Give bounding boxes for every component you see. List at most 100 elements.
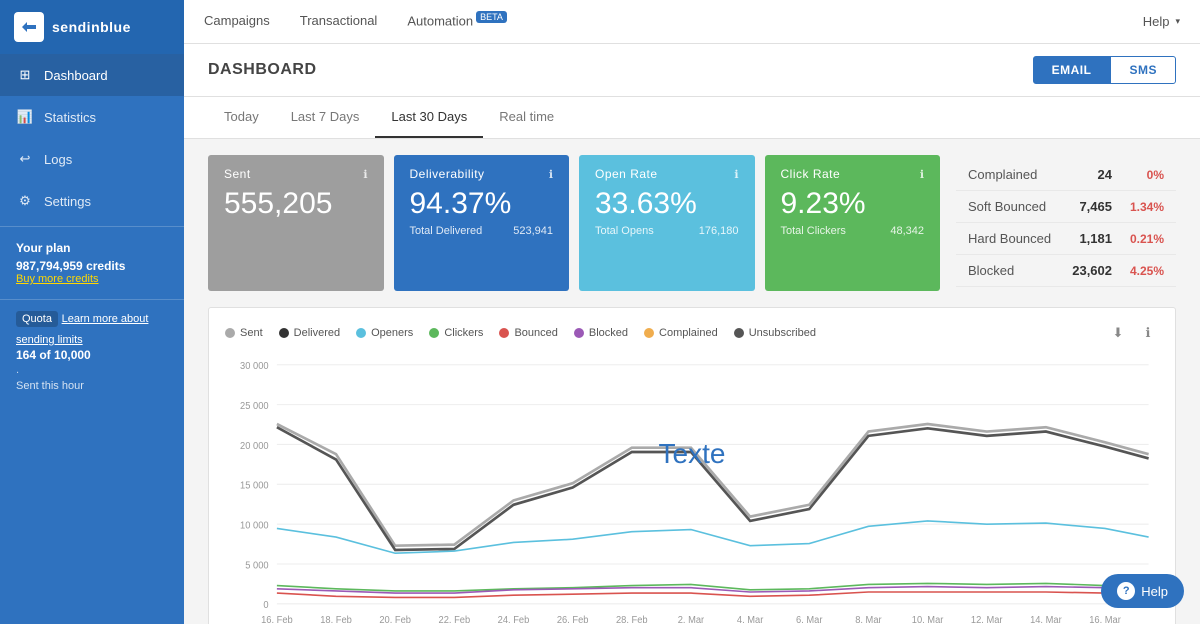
page-title: DASHBOARD — [208, 61, 317, 79]
svg-text:5 000: 5 000 — [245, 560, 268, 571]
svg-text:10 000: 10 000 — [240, 520, 269, 531]
svg-text:25 000: 25 000 — [240, 401, 269, 412]
chart-download-icon[interactable]: ⬇ — [1107, 322, 1129, 344]
legend-unsubscribed-label: Unsubscribed — [749, 327, 816, 339]
legend-delivered: Delivered — [279, 327, 340, 339]
stat-clickrate-sub-label: Total Clickers — [781, 225, 846, 237]
svg-text:15 000: 15 000 — [240, 480, 269, 491]
tab-email[interactable]: EMAIL — [1033, 56, 1111, 84]
stats-area: Sent ℹ 555,205 Deliverability ℹ 94.37% T… — [184, 139, 1200, 307]
stat-deliverability-sub: Total Delivered 523,941 — [410, 225, 554, 237]
stat-deliverability-title: Deliverability — [410, 167, 485, 181]
softbounced-label: Soft Bounced — [968, 199, 1067, 214]
tab-today[interactable]: Today — [208, 97, 275, 138]
right-stat-softbounced: Soft Bounced 7,465 1.34% — [956, 191, 1176, 223]
legend-blocked-dot — [574, 328, 584, 338]
chart-actions: ⬇ ℹ — [1107, 322, 1159, 344]
legend-openers-label: Openers — [371, 327, 413, 339]
svg-text:10. Mar: 10. Mar — [912, 615, 944, 624]
stat-clickrate-info-icon[interactable]: ℹ — [920, 168, 924, 181]
hardbounced-label: Hard Bounced — [968, 231, 1067, 246]
right-stat-hardbounced: Hard Bounced 1,181 0.21% — [956, 223, 1176, 255]
sidebar: sendinblue ⊞ Dashboard 📊 Statistics ↩ Lo… — [0, 0, 184, 624]
stat-openrate-sub: Total Opens 176,180 — [595, 225, 739, 237]
tab-last7days[interactable]: Last 7 Days — [275, 97, 376, 138]
main-chart: 30 000 25 000 20 000 15 000 10 000 5 000… — [225, 354, 1159, 624]
softbounced-value: 7,465 — [1067, 199, 1112, 214]
softbounced-pct: 1.34% — [1124, 200, 1164, 214]
help-bubble[interactable]: ? Help — [1101, 574, 1184, 608]
complained-label: Complained — [968, 167, 1067, 182]
legend-sent-dot — [225, 328, 235, 338]
help-dropdown[interactable]: Help ▾ — [1143, 14, 1180, 29]
stat-card-deliverability: Deliverability ℹ 94.37% Total Delivered … — [394, 155, 570, 291]
sidebar-item-settings-label: Settings — [44, 194, 91, 209]
sidebar-item-dashboard[interactable]: ⊞ Dashboard — [0, 54, 184, 96]
svg-text:16. Feb: 16. Feb — [261, 615, 293, 624]
stat-sent-title: Sent — [224, 167, 251, 181]
stat-deliverability-sub-value: 523,941 — [513, 225, 553, 237]
chart-info-icon[interactable]: ℹ — [1137, 322, 1159, 344]
buy-credits-link[interactable]: Buy more credits — [16, 273, 168, 285]
stat-sent-info-icon[interactable]: ℹ — [363, 168, 367, 181]
stat-deliverability-value: 94.37% — [410, 187, 554, 221]
stat-openrate-info-icon[interactable]: ℹ — [734, 168, 738, 181]
svg-text:2. Mar: 2. Mar — [678, 615, 704, 624]
statistics-icon: 📊 — [16, 108, 34, 126]
stat-card-openrate: Open Rate ℹ 33.63% Total Opens 176,180 — [579, 155, 755, 291]
sidebar-item-settings[interactable]: ⚙ Settings — [0, 180, 184, 222]
right-stats-panel: Complained 24 0% Soft Bounced 7,465 1.34… — [956, 155, 1176, 291]
settings-icon: ⚙ — [16, 192, 34, 210]
right-stat-complained: Complained 24 0% — [956, 159, 1176, 191]
help-chevron-icon: ▾ — [1175, 16, 1180, 27]
svg-text:0: 0 — [263, 600, 268, 611]
legend-delivered-label: Delivered — [294, 327, 340, 339]
chart-area: Sent Delivered Openers Clickers Bounced — [208, 307, 1176, 624]
topnav-campaigns[interactable]: Campaigns — [204, 0, 270, 44]
help-bubble-label: Help — [1141, 584, 1168, 599]
logs-icon: ↩ — [16, 150, 34, 168]
blocked-label: Blocked — [968, 263, 1067, 278]
stat-openrate-sub-label: Total Opens — [595, 225, 654, 237]
email-sms-tabs: EMAIL SMS — [1033, 56, 1176, 84]
stat-clickrate-sub: Total Clickers 48,342 — [781, 225, 925, 237]
svg-text:18. Feb: 18. Feb — [320, 615, 352, 624]
svg-text:30 000: 30 000 — [240, 361, 269, 372]
sidebar-item-statistics[interactable]: 📊 Statistics — [0, 96, 184, 138]
chart-legend: Sent Delivered Openers Clickers Bounced — [225, 322, 1159, 344]
stat-card-deliverability-header: Deliverability ℹ — [410, 167, 554, 181]
hardbounced-pct: 0.21% — [1124, 232, 1164, 246]
legend-openers-dot — [356, 328, 366, 338]
logo-icon — [14, 12, 44, 42]
sidebar-item-statistics-label: Statistics — [44, 110, 96, 125]
legend-clickers-dot — [429, 328, 439, 338]
svg-text:20. Feb: 20. Feb — [379, 615, 411, 624]
sidebar-item-logs-label: Logs — [44, 152, 72, 167]
stat-card-clickrate-header: Click Rate ℹ — [781, 167, 925, 181]
svg-text:8. Mar: 8. Mar — [855, 615, 881, 624]
tab-last30days[interactable]: Last 30 Days — [375, 97, 483, 138]
stat-clickrate-value: 9.23% — [781, 187, 925, 221]
stat-openrate-sub-value: 176,180 — [699, 225, 739, 237]
svg-text:12. Mar: 12. Mar — [971, 615, 1003, 624]
stat-deliverability-info-icon[interactable]: ℹ — [549, 168, 553, 181]
stat-deliverability-sub-label: Total Delivered — [410, 225, 483, 237]
sent-this-hour: Sent this hour — [16, 380, 168, 392]
stat-card-sent: Sent ℹ 555,205 — [208, 155, 384, 291]
svg-text:4. Mar: 4. Mar — [737, 615, 763, 624]
legend-bounced: Bounced — [499, 327, 557, 339]
legend-clickers: Clickers — [429, 327, 483, 339]
help-bubble-icon: ? — [1117, 582, 1135, 600]
tab-sms[interactable]: SMS — [1110, 56, 1176, 84]
svg-text:16. Mar: 16. Mar — [1089, 615, 1121, 624]
tab-realtime[interactable]: Real time — [483, 97, 570, 138]
legend-unsubscribed-dot — [734, 328, 744, 338]
legend-unsubscribed: Unsubscribed — [734, 327, 816, 339]
topnav-transactional[interactable]: Transactional — [300, 0, 378, 44]
quota-section: Quota Learn more about sending limits 16… — [0, 299, 184, 402]
legend-clickers-label: Clickers — [444, 327, 483, 339]
topnav-automation[interactable]: AutomationBETA — [407, 0, 507, 45]
sidebar-item-logs[interactable]: ↩ Logs — [0, 138, 184, 180]
stat-clickrate-title: Click Rate — [781, 167, 841, 181]
chart-container: Texte 30 000 25 000 20 000 15 000 10 000 — [225, 354, 1159, 624]
